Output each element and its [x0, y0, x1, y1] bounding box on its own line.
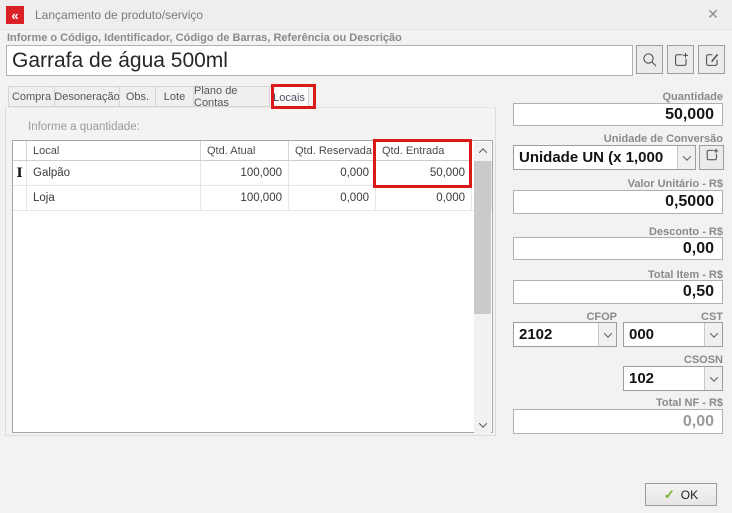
valor-unitario-label: Valor Unitário - R$ [628, 178, 723, 190]
new-document-icon [704, 147, 720, 168]
total-nf-label: Total NF - R$ [656, 397, 723, 409]
cell-local[interactable]: Galpão [27, 161, 201, 186]
grid-indicator-header [13, 141, 27, 161]
current-row-indicator-icon: I [16, 166, 22, 181]
check-icon: ✓ [664, 488, 675, 501]
unidade-conversao-label: Unidade de Conversão [604, 133, 723, 145]
grid-vertical-scrollbar[interactable] [474, 142, 491, 433]
new-unit-button[interactable] [699, 145, 724, 170]
cell-local[interactable]: Loja [27, 186, 201, 211]
csosn-label: CSOSN [684, 354, 723, 366]
cell-qtd-entrada[interactable]: 0,000 [376, 186, 472, 211]
chevron-down-icon[interactable] [598, 323, 616, 346]
tab-obs[interactable]: Obs. [119, 86, 156, 107]
edit-icon [703, 51, 721, 69]
chevron-down-icon[interactable] [677, 146, 695, 169]
app-logo-icon: « [6, 6, 24, 24]
tab-plano-de-contas[interactable]: Plano de Contas [193, 86, 270, 107]
chevron-down-icon[interactable] [704, 323, 722, 346]
tab-compra[interactable]: Compra [8, 86, 55, 107]
quantidade-input[interactable]: 50,000 [513, 103, 723, 126]
cfop-select[interactable]: 2102 [513, 322, 617, 347]
scroll-up-icon[interactable] [474, 142, 491, 159]
new-product-button[interactable] [667, 45, 694, 74]
scrollbar-thumb[interactable] [474, 161, 491, 314]
new-document-icon [672, 51, 690, 69]
row-indicator: I [13, 161, 27, 186]
col-header-local[interactable]: Local [27, 141, 201, 161]
total-nf-input[interactable]: 0,00 [513, 409, 723, 434]
total-item-input[interactable]: 0,50 [513, 280, 723, 304]
csosn-value: 102 [624, 370, 704, 387]
table-row-loja[interactable]: Loja 100,000 0,000 0,000 [13, 186, 492, 211]
product-search-input[interactable]: Garrafa de água 500ml [6, 45, 633, 76]
scroll-down-icon[interactable] [474, 416, 491, 433]
annotation-box-qtd-entrada [373, 139, 472, 188]
tabstrip: Compra Desoneração Obs. Lote Plano de Co… [8, 86, 308, 108]
product-search-label: Informe o Código, Identificador, Código … [7, 32, 402, 44]
row-indicator [13, 186, 27, 211]
titlebar: « Lançamento de produto/serviço ✕ [0, 0, 732, 30]
unidade-conversao-value: Unidade UN (x 1,000 [514, 149, 677, 166]
quantity-hint-label: Informe a quantidade: [28, 121, 140, 133]
cst-select[interactable]: 000 [623, 322, 723, 347]
edit-product-button[interactable] [698, 45, 725, 74]
col-header-qtd-atual[interactable]: Qtd. Atual [201, 141, 289, 161]
search-icon [641, 51, 659, 69]
tab-desoneracao[interactable]: Desoneração [54, 86, 120, 107]
cst-value: 000 [624, 326, 704, 343]
tab-lote[interactable]: Lote [155, 86, 194, 107]
cell-qtd-atual[interactable]: 100,000 [201, 161, 289, 186]
csosn-select[interactable]: 102 [623, 366, 723, 391]
ok-button[interactable]: ✓ OK [645, 483, 717, 506]
unidade-conversao-select[interactable]: Unidade UN (x 1,000 [513, 145, 696, 170]
product-entry-dialog: « Lançamento de produto/serviço ✕ Inform… [0, 0, 732, 513]
quantidade-label: Quantidade [662, 91, 723, 103]
cell-qtd-reservada[interactable]: 0,000 [289, 161, 376, 186]
valor-unitario-input[interactable]: 0,5000 [513, 190, 723, 214]
cell-qtd-atual[interactable]: 100,000 [201, 186, 289, 211]
close-icon[interactable]: ✕ [698, 0, 728, 28]
cell-qtd-reservada[interactable]: 0,000 [289, 186, 376, 211]
ok-button-label: OK [681, 488, 698, 502]
desconto-input[interactable]: 0,00 [513, 237, 723, 260]
search-button[interactable] [636, 45, 663, 74]
annotation-box-locais-tab [271, 84, 316, 109]
cfop-value: 2102 [514, 326, 598, 343]
chevron-down-icon[interactable] [704, 367, 722, 390]
col-header-qtd-reservada[interactable]: Qtd. Reservada [289, 141, 376, 161]
window-title: Lançamento de produto/serviço [35, 8, 203, 22]
